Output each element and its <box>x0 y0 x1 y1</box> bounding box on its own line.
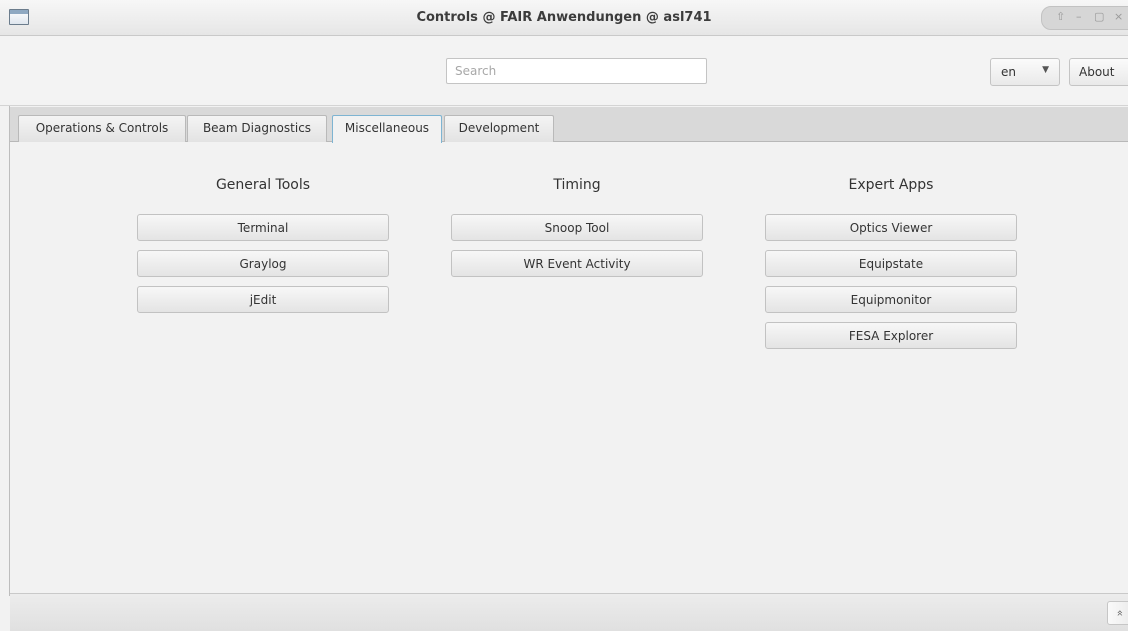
column-heading-general-tools: General Tools <box>215 177 311 193</box>
terminal-button[interactable]: Terminal <box>137 214 389 241</box>
window-controls: ⇧ – ▢ × <box>1041 6 1128 30</box>
status-bar: » <box>10 593 1128 631</box>
language-select[interactable]: en ▼ <box>990 58 1060 86</box>
shade-icon[interactable]: ⇧ <box>1056 10 1065 23</box>
wr-event-activity-button[interactable]: WR Event Activity <box>451 250 703 277</box>
window-title: Controls @ FAIR Anwendungen @ asl741 <box>416 10 712 25</box>
tab-content-miscellaneous: General Tools Terminal Graylog jEdit Tim… <box>10 143 1128 593</box>
optics-viewer-button[interactable]: Optics Viewer <box>765 214 1017 241</box>
dropdown-arrow-icon: ▼ <box>1042 65 1049 75</box>
fesa-explorer-button[interactable]: FESA Explorer <box>765 322 1017 349</box>
minimize-icon[interactable]: – <box>1076 10 1082 23</box>
language-value: en <box>1001 65 1016 79</box>
column-heading-timing: Timing <box>553 177 601 193</box>
about-button[interactable]: About <box>1069 58 1128 86</box>
close-icon[interactable]: × <box>1114 10 1123 23</box>
column-heading-expert-apps: Expert Apps <box>848 177 934 193</box>
toolbar: en ▼ About <box>0 36 1128 106</box>
tab-beam-diagnostics[interactable]: Beam Diagnostics <box>187 115 327 142</box>
tab-bar: Operations & Controls Beam Diagnostics M… <box>10 107 1128 143</box>
search-input[interactable] <box>446 58 707 84</box>
snoop-tool-button[interactable]: Snoop Tool <box>451 214 703 241</box>
graylog-button[interactable]: Graylog <box>137 250 389 277</box>
maximize-icon[interactable]: ▢ <box>1094 10 1104 23</box>
jedit-button[interactable]: jEdit <box>137 286 389 313</box>
tab-operations-controls[interactable]: Operations & Controls <box>18 115 186 142</box>
equipmonitor-button[interactable]: Equipmonitor <box>765 286 1017 313</box>
tab-miscellaneous[interactable]: Miscellaneous <box>332 115 442 143</box>
title-bar: Controls @ FAIR Anwendungen @ asl741 ⇧ –… <box>0 0 1128 36</box>
equipstate-button[interactable]: Equipstate <box>765 250 1017 277</box>
double-chevron-up-icon[interactable]: » <box>1107 601 1128 625</box>
tab-development[interactable]: Development <box>444 115 554 142</box>
